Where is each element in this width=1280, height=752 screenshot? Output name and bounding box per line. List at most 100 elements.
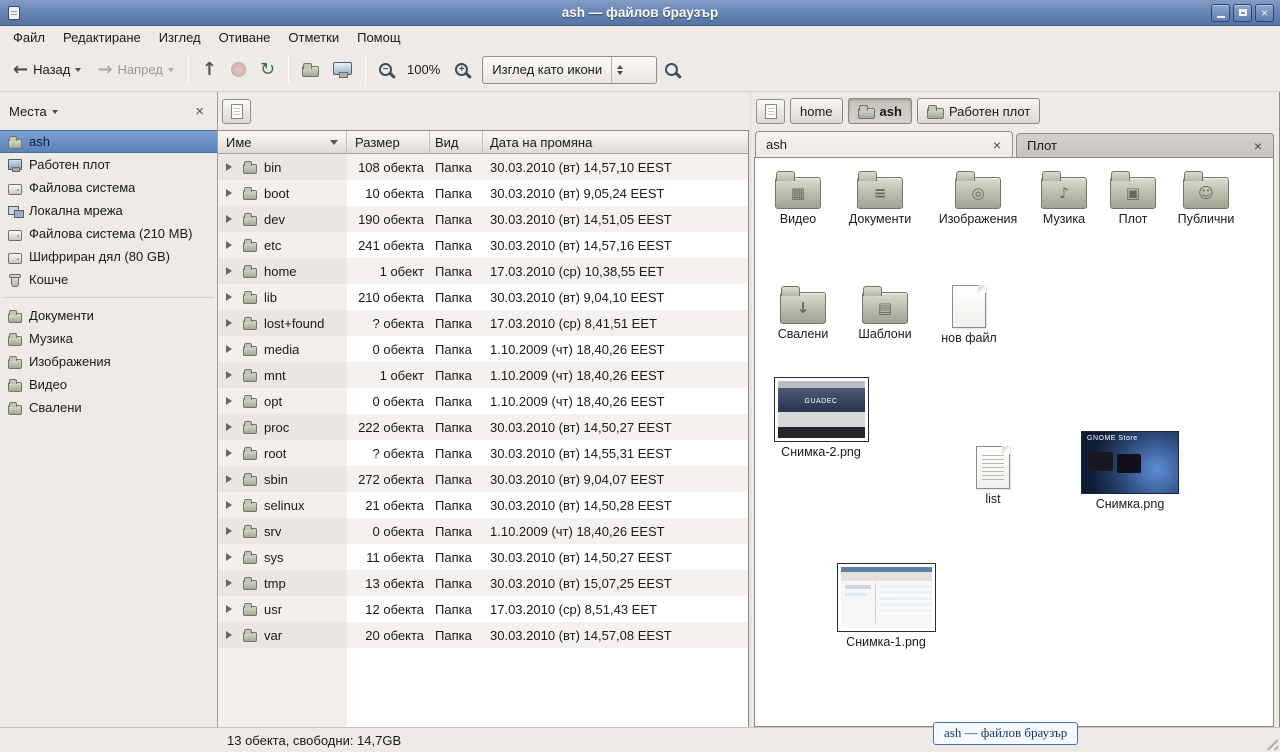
tree-row[interactable]: proc 222 обекта Папка 30.03.2010 (вт) 14… — [218, 414, 748, 440]
expander-icon[interactable] — [226, 423, 236, 431]
expander-icon[interactable] — [226, 189, 236, 197]
resize-grip[interactable] — [1263, 735, 1278, 750]
folder-item[interactable]: Публични — [1164, 170, 1248, 227]
close-button[interactable]: × — [1255, 4, 1274, 22]
tree-row[interactable]: dev 190 обекта Папка 30.03.2010 (вт) 14,… — [218, 206, 748, 232]
forward-button[interactable]: → Напред — [90, 55, 181, 85]
column-header-size[interactable]: Размер — [347, 131, 430, 154]
expander-icon[interactable] — [226, 631, 236, 639]
expander-icon[interactable] — [226, 345, 236, 353]
folder-item[interactable]: Документи — [838, 170, 922, 227]
places-chevron-icon[interactable] — [52, 110, 58, 117]
tree-rows[interactable]: bin 108 обекта Папка 30.03.2010 (вт) 14,… — [218, 154, 748, 727]
search-button[interactable] — [659, 57, 684, 82]
expander-icon[interactable] — [226, 553, 236, 561]
zoom-level[interactable]: 100% — [400, 62, 447, 77]
sidebar-item[interactable]: Документи — [0, 304, 217, 327]
tree-row[interactable]: sbin 272 обекта Папка 30.03.2010 (вт) 9,… — [218, 466, 748, 492]
sidebar-item[interactable]: Видео — [0, 373, 217, 396]
menu-item[interactable]: Помощ — [348, 28, 409, 47]
tree-row[interactable]: opt 0 обекта Папка 1.10.2009 (чт) 18,40,… — [218, 388, 748, 414]
folder-item[interactable]: Плот — [1091, 170, 1175, 227]
tree-row[interactable]: mnt 1 обект Папка 1.10.2009 (чт) 18,40,2… — [218, 362, 748, 388]
tab-close-button[interactable]: × — [1251, 139, 1265, 153]
tab-close-button[interactable]: × — [990, 138, 1004, 152]
menu-item[interactable]: Редактиране — [54, 28, 150, 47]
column-header-date[interactable]: Дата на промяна — [483, 131, 748, 154]
folder-item[interactable]: Видео — [756, 170, 840, 227]
expander-icon[interactable] — [226, 605, 236, 613]
places-close-button[interactable]: × — [191, 103, 208, 120]
sidebar-item[interactable]: Кошче — [0, 268, 217, 291]
tab[interactable]: Плот × — [1016, 133, 1274, 157]
tree-row[interactable]: etc 241 обекта Папка 30.03.2010 (вт) 14,… — [218, 232, 748, 258]
expander-icon[interactable] — [226, 319, 236, 327]
file-item[interactable]: нов файл — [927, 285, 1011, 346]
path-button-home[interactable]: home — [790, 98, 843, 124]
column-header-type[interactable]: Вид — [430, 131, 483, 154]
column-header-name[interactable]: Име — [218, 131, 347, 154]
up-button[interactable]: ↑ — [196, 55, 223, 85]
tree-row[interactable]: usr 12 обекта Папка 17.03.2010 (ср) 8,51… — [218, 596, 748, 622]
sidebar-item[interactable]: Файлова система (210 MB) — [0, 222, 217, 245]
tree-row[interactable]: selinux 21 обекта Папка 30.03.2010 (вт) … — [218, 492, 748, 518]
home-button[interactable] — [296, 56, 325, 83]
folder-item[interactable]: Изображения — [936, 170, 1020, 227]
tree-row[interactable]: root ? обекта Папка 30.03.2010 (вт) 14,5… — [218, 440, 748, 466]
reload-button[interactable]: ↻ — [254, 55, 281, 85]
image-file-item[interactable]: Снимка-1.png — [831, 563, 941, 650]
icon-view[interactable]: Видео Документи Изображения — [754, 157, 1274, 727]
tree-row[interactable]: lost+found ? обекта Папка 17.03.2010 (ср… — [218, 310, 748, 336]
maximize-button[interactable] — [1233, 4, 1252, 22]
sidebar-item[interactable]: Работен плот — [0, 153, 217, 176]
tree-row[interactable]: sys 11 обекта Папка 30.03.2010 (вт) 14,5… — [218, 544, 748, 570]
path-button-desktop[interactable]: Работен плот — [917, 98, 1040, 124]
tree-row[interactable]: srv 0 обекта Папка 1.10.2009 (чт) 18,40,… — [218, 518, 748, 544]
folder-item[interactable]: Свалени — [761, 285, 845, 342]
sidebar-item[interactable]: Шифриран дял (80 GB) — [0, 245, 217, 268]
tree-row[interactable]: media 0 обекта Папка 1.10.2009 (чт) 18,4… — [218, 336, 748, 362]
tree-row[interactable]: lib 210 обекта Папка 30.03.2010 (вт) 9,0… — [218, 284, 748, 310]
back-button[interactable]: ← Назад — [6, 55, 88, 85]
tree-row[interactable]: bin 108 обекта Папка 30.03.2010 (вт) 14,… — [218, 154, 748, 180]
menu-item[interactable]: Изглед — [150, 28, 210, 47]
expander-icon[interactable] — [226, 475, 236, 483]
sidebar-item[interactable]: Локална мрежа — [0, 199, 217, 222]
expander-icon[interactable] — [226, 397, 236, 405]
zoom-in-button[interactable]: + — [449, 57, 474, 82]
zoom-out-button[interactable]: − — [373, 57, 398, 82]
expander-icon[interactable] — [226, 163, 236, 171]
computer-button[interactable] — [327, 56, 358, 84]
expander-icon[interactable] — [226, 527, 236, 535]
path-button-current[interactable]: ash — [848, 98, 912, 124]
minimize-button[interactable] — [1211, 4, 1230, 22]
places-title[interactable]: Места — [9, 104, 47, 119]
tree-row[interactable]: var 20 обекта Папка 30.03.2010 (вт) 14,5… — [218, 622, 748, 648]
expander-icon[interactable] — [226, 241, 236, 249]
folder-item[interactable]: Шаблони — [843, 285, 927, 342]
view-mode-select[interactable]: Изглед като икони — [482, 56, 657, 84]
sidebar-item[interactable]: Свалени — [0, 396, 217, 419]
sidebar-item[interactable]: ash — [0, 130, 217, 153]
expander-icon[interactable] — [226, 371, 236, 379]
expander-icon[interactable] — [226, 501, 236, 509]
image-file-item[interactable]: GUADEC Снимка-2.png — [766, 377, 876, 460]
file-item[interactable]: list — [951, 446, 1035, 507]
sidebar-item[interactable]: Музика — [0, 327, 217, 350]
menu-item[interactable]: Отиване — [210, 28, 280, 47]
pathbar-root-button[interactable] — [756, 99, 785, 124]
stop-button[interactable] — [225, 56, 252, 83]
expander-icon[interactable] — [226, 267, 236, 275]
tab[interactable]: ash × — [755, 131, 1013, 157]
tree-row[interactable]: home 1 обект Папка 17.03.2010 (ср) 10,38… — [218, 258, 748, 284]
sidebar-item[interactable]: Файлова система — [0, 176, 217, 199]
titlebar[interactable]: ash — файлов браузър × — [0, 0, 1280, 26]
sidebar-item[interactable]: Изображения — [0, 350, 217, 373]
image-file-item[interactable]: GNOME Store Снимка.png — [1075, 431, 1185, 512]
expander-icon[interactable] — [226, 579, 236, 587]
tree-row[interactable]: boot 10 обекта Папка 30.03.2010 (вт) 9,0… — [218, 180, 748, 206]
expander-icon[interactable] — [226, 215, 236, 223]
expander-icon[interactable] — [226, 449, 236, 457]
back-history-chevron-icon[interactable] — [75, 68, 81, 75]
menu-item[interactable]: Отметки — [279, 28, 348, 47]
